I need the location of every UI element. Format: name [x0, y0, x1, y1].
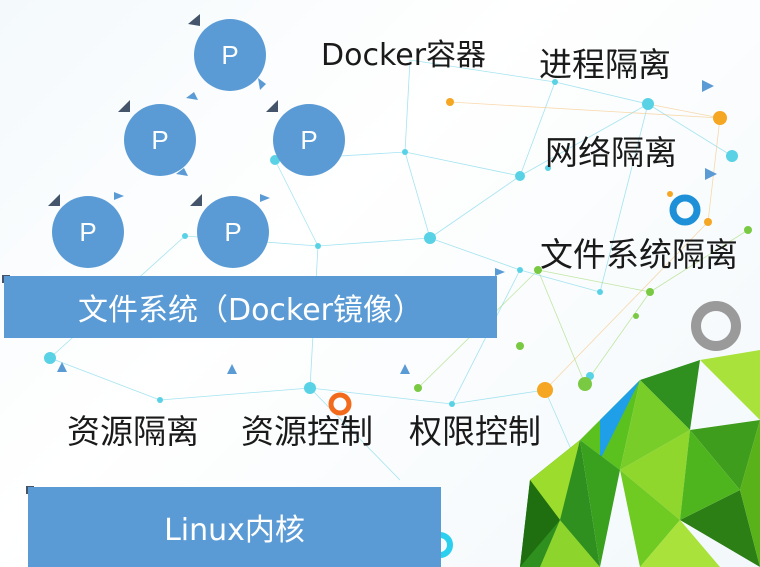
kernel-bar-label: Linux内核	[164, 513, 305, 548]
kernel-bar: Linux内核	[28, 487, 441, 567]
process-markers	[48, 14, 278, 206]
network-isolation-label: 网络隔离	[545, 133, 677, 172]
filesystem-bar: 文件系统（Docker镜像）	[4, 276, 497, 338]
resource-control-label: 资源控制	[241, 412, 373, 451]
resource-isolation-label: 资源隔离	[67, 412, 199, 451]
permission-control-label: 权限控制	[409, 412, 541, 451]
filesystem-bar-label: 文件系统（Docker镜像）	[77, 293, 424, 328]
diagram-canvas: P P P P P Docker容器 进程隔离 网络隔离 文件系统隔离 文件系统…	[0, 0, 760, 567]
process-isolation-label: 进程隔离	[539, 45, 671, 84]
filesystem-isolation-label: 文件系统隔离	[540, 235, 738, 274]
diagram-title: Docker容器	[321, 38, 487, 73]
